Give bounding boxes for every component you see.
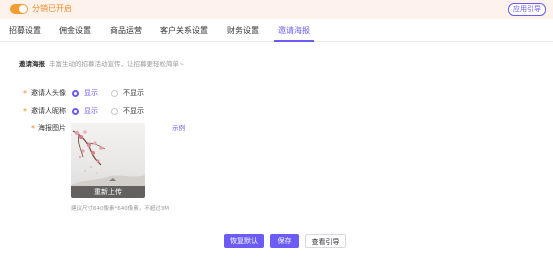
distribution-status-bar: 分销已开启 应用引导 xyxy=(0,0,553,19)
tab-invite-poster[interactable]: 邀请海报 xyxy=(278,26,310,36)
example-link[interactable]: 示例 xyxy=(172,124,185,132)
tab-commission-settings[interactable]: 佣金设置 xyxy=(59,26,91,36)
nickname-label: 邀请人昵称 xyxy=(31,107,66,115)
nickname-show-label[interactable]: 显示 xyxy=(84,107,98,115)
avatar-show-radio[interactable] xyxy=(72,90,79,97)
required-asterisk: * xyxy=(31,124,35,133)
toggle-knob xyxy=(19,5,27,13)
poster-image[interactable]: 重新上传 xyxy=(71,123,145,198)
tab-finance-settings[interactable]: 财务设置 xyxy=(227,26,259,36)
avatar-label: 邀请人头像 xyxy=(31,89,66,97)
required-asterisk: * xyxy=(23,107,27,116)
nickname-show-radio[interactable] xyxy=(72,108,79,115)
required-asterisk: * xyxy=(23,89,27,98)
reset-default-button[interactable]: 恢复默认 xyxy=(224,234,264,248)
distribution-status-text: 分销已开启 xyxy=(32,4,72,13)
nickname-hide-radio[interactable] xyxy=(111,108,118,115)
tab-customer-relations[interactable]: 客户关系设置 xyxy=(160,26,208,36)
nickname-hide-label[interactable]: 不显示 xyxy=(123,107,144,115)
settings-tabs: 招募设置 佣金设置 商品运营 客户关系设置 财务设置 邀请海报 xyxy=(0,19,553,42)
tab-recruit-settings[interactable]: 招募设置 xyxy=(9,26,41,36)
view-guide-button[interactable]: 查看引导 xyxy=(305,234,346,248)
avatar-hide-label[interactable]: 不显示 xyxy=(123,89,144,97)
section-description: 丰富生动的招募活动宣传，让招募更轻松简单~ xyxy=(49,60,185,68)
poster-label: 海报图片 xyxy=(38,124,66,132)
reupload-button[interactable]: 重新上传 xyxy=(71,186,145,198)
distribution-toggle[interactable] xyxy=(10,4,28,14)
active-tab-indicator xyxy=(274,40,314,42)
poster-size-hint: 建议尺寸640像素*640像素，不超过3M xyxy=(71,206,169,212)
tab-product-operations[interactable]: 商品运营 xyxy=(110,26,142,36)
avatar-show-label[interactable]: 显示 xyxy=(84,89,98,97)
save-button[interactable]: 保存 xyxy=(270,234,299,248)
app-guide-button[interactable]: 应用引导 xyxy=(508,3,546,16)
avatar-hide-radio[interactable] xyxy=(111,90,118,97)
page: 分销已开启 应用引导 招募设置 佣金设置 商品运营 客户关系设置 财务设置 邀请… xyxy=(0,0,553,265)
section-title: 邀请海报 xyxy=(19,60,45,68)
